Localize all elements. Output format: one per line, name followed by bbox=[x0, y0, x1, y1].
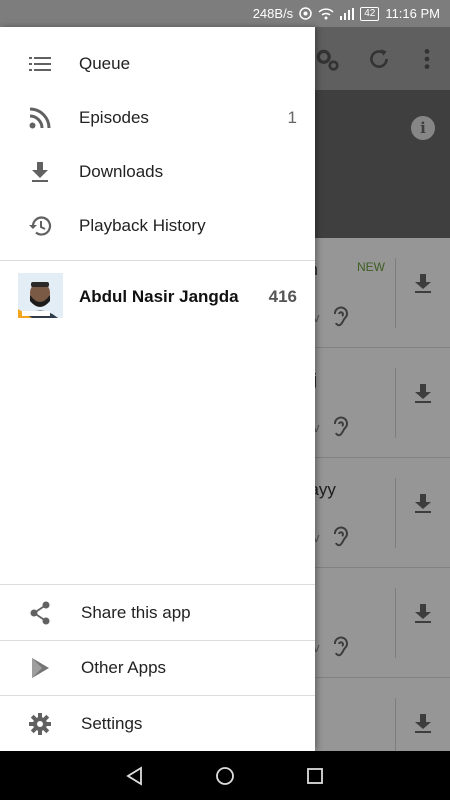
system-navigation-bar bbox=[0, 751, 450, 800]
gear-icon bbox=[28, 712, 52, 736]
nav-item-downloads[interactable]: Downloads bbox=[0, 145, 315, 199]
share-icon bbox=[28, 601, 52, 625]
status-time: 11:16 PM bbox=[385, 6, 440, 21]
wifi-icon bbox=[318, 8, 334, 20]
nav-item-playback-history[interactable]: Playback History bbox=[0, 199, 315, 253]
episodes-count: 1 bbox=[287, 108, 297, 127]
vpn-icon bbox=[299, 7, 312, 20]
nav-item-label: Share this app bbox=[81, 603, 191, 622]
nav-item-label: Playback History bbox=[79, 216, 206, 235]
nav-item-label: Downloads bbox=[79, 162, 164, 181]
home-icon[interactable] bbox=[215, 766, 235, 786]
signal-icon bbox=[340, 7, 355, 20]
nav-item-queue[interactable]: Queue bbox=[0, 37, 315, 91]
podcast-title: Abdul Nasir Jangda bbox=[79, 287, 239, 306]
subscription-item[interactable]: Abdul Nasir Jangda 416 bbox=[0, 271, 315, 323]
play-store-icon bbox=[28, 656, 52, 680]
rss-feed-icon bbox=[28, 106, 52, 130]
podcast-episode-count: 416 bbox=[268, 287, 297, 306]
nav-item-label: Queue bbox=[79, 54, 131, 73]
drawer-divider bbox=[0, 584, 315, 585]
nav-item-label: Episodes bbox=[79, 108, 149, 127]
nav-item-other-apps[interactable]: Other Apps bbox=[0, 641, 315, 695]
recents-icon[interactable] bbox=[305, 766, 325, 786]
nav-item-label: Other Apps bbox=[81, 658, 167, 677]
nav-item-share-app[interactable]: Share this app bbox=[0, 586, 315, 640]
network-speed: 248B/s bbox=[252, 6, 294, 21]
queue-list-icon bbox=[28, 52, 52, 76]
nav-item-label: Settings bbox=[81, 714, 143, 733]
download-icon bbox=[28, 160, 52, 184]
navigation-drawer: Queue Episodes 1 Downloads Playback Hist… bbox=[0, 27, 315, 751]
nav-item-episodes[interactable]: Episodes 1 bbox=[0, 91, 315, 145]
battery-indicator: 42 bbox=[360, 6, 380, 21]
podcast-thumbnail bbox=[18, 273, 63, 318]
back-icon[interactable] bbox=[125, 766, 145, 786]
status-bar: 248B/s 42 11:16 PM bbox=[0, 0, 450, 27]
history-icon bbox=[28, 214, 52, 238]
drawer-divider bbox=[0, 695, 315, 696]
drawer-divider bbox=[0, 260, 315, 261]
nav-item-settings[interactable]: Settings bbox=[0, 697, 315, 751]
